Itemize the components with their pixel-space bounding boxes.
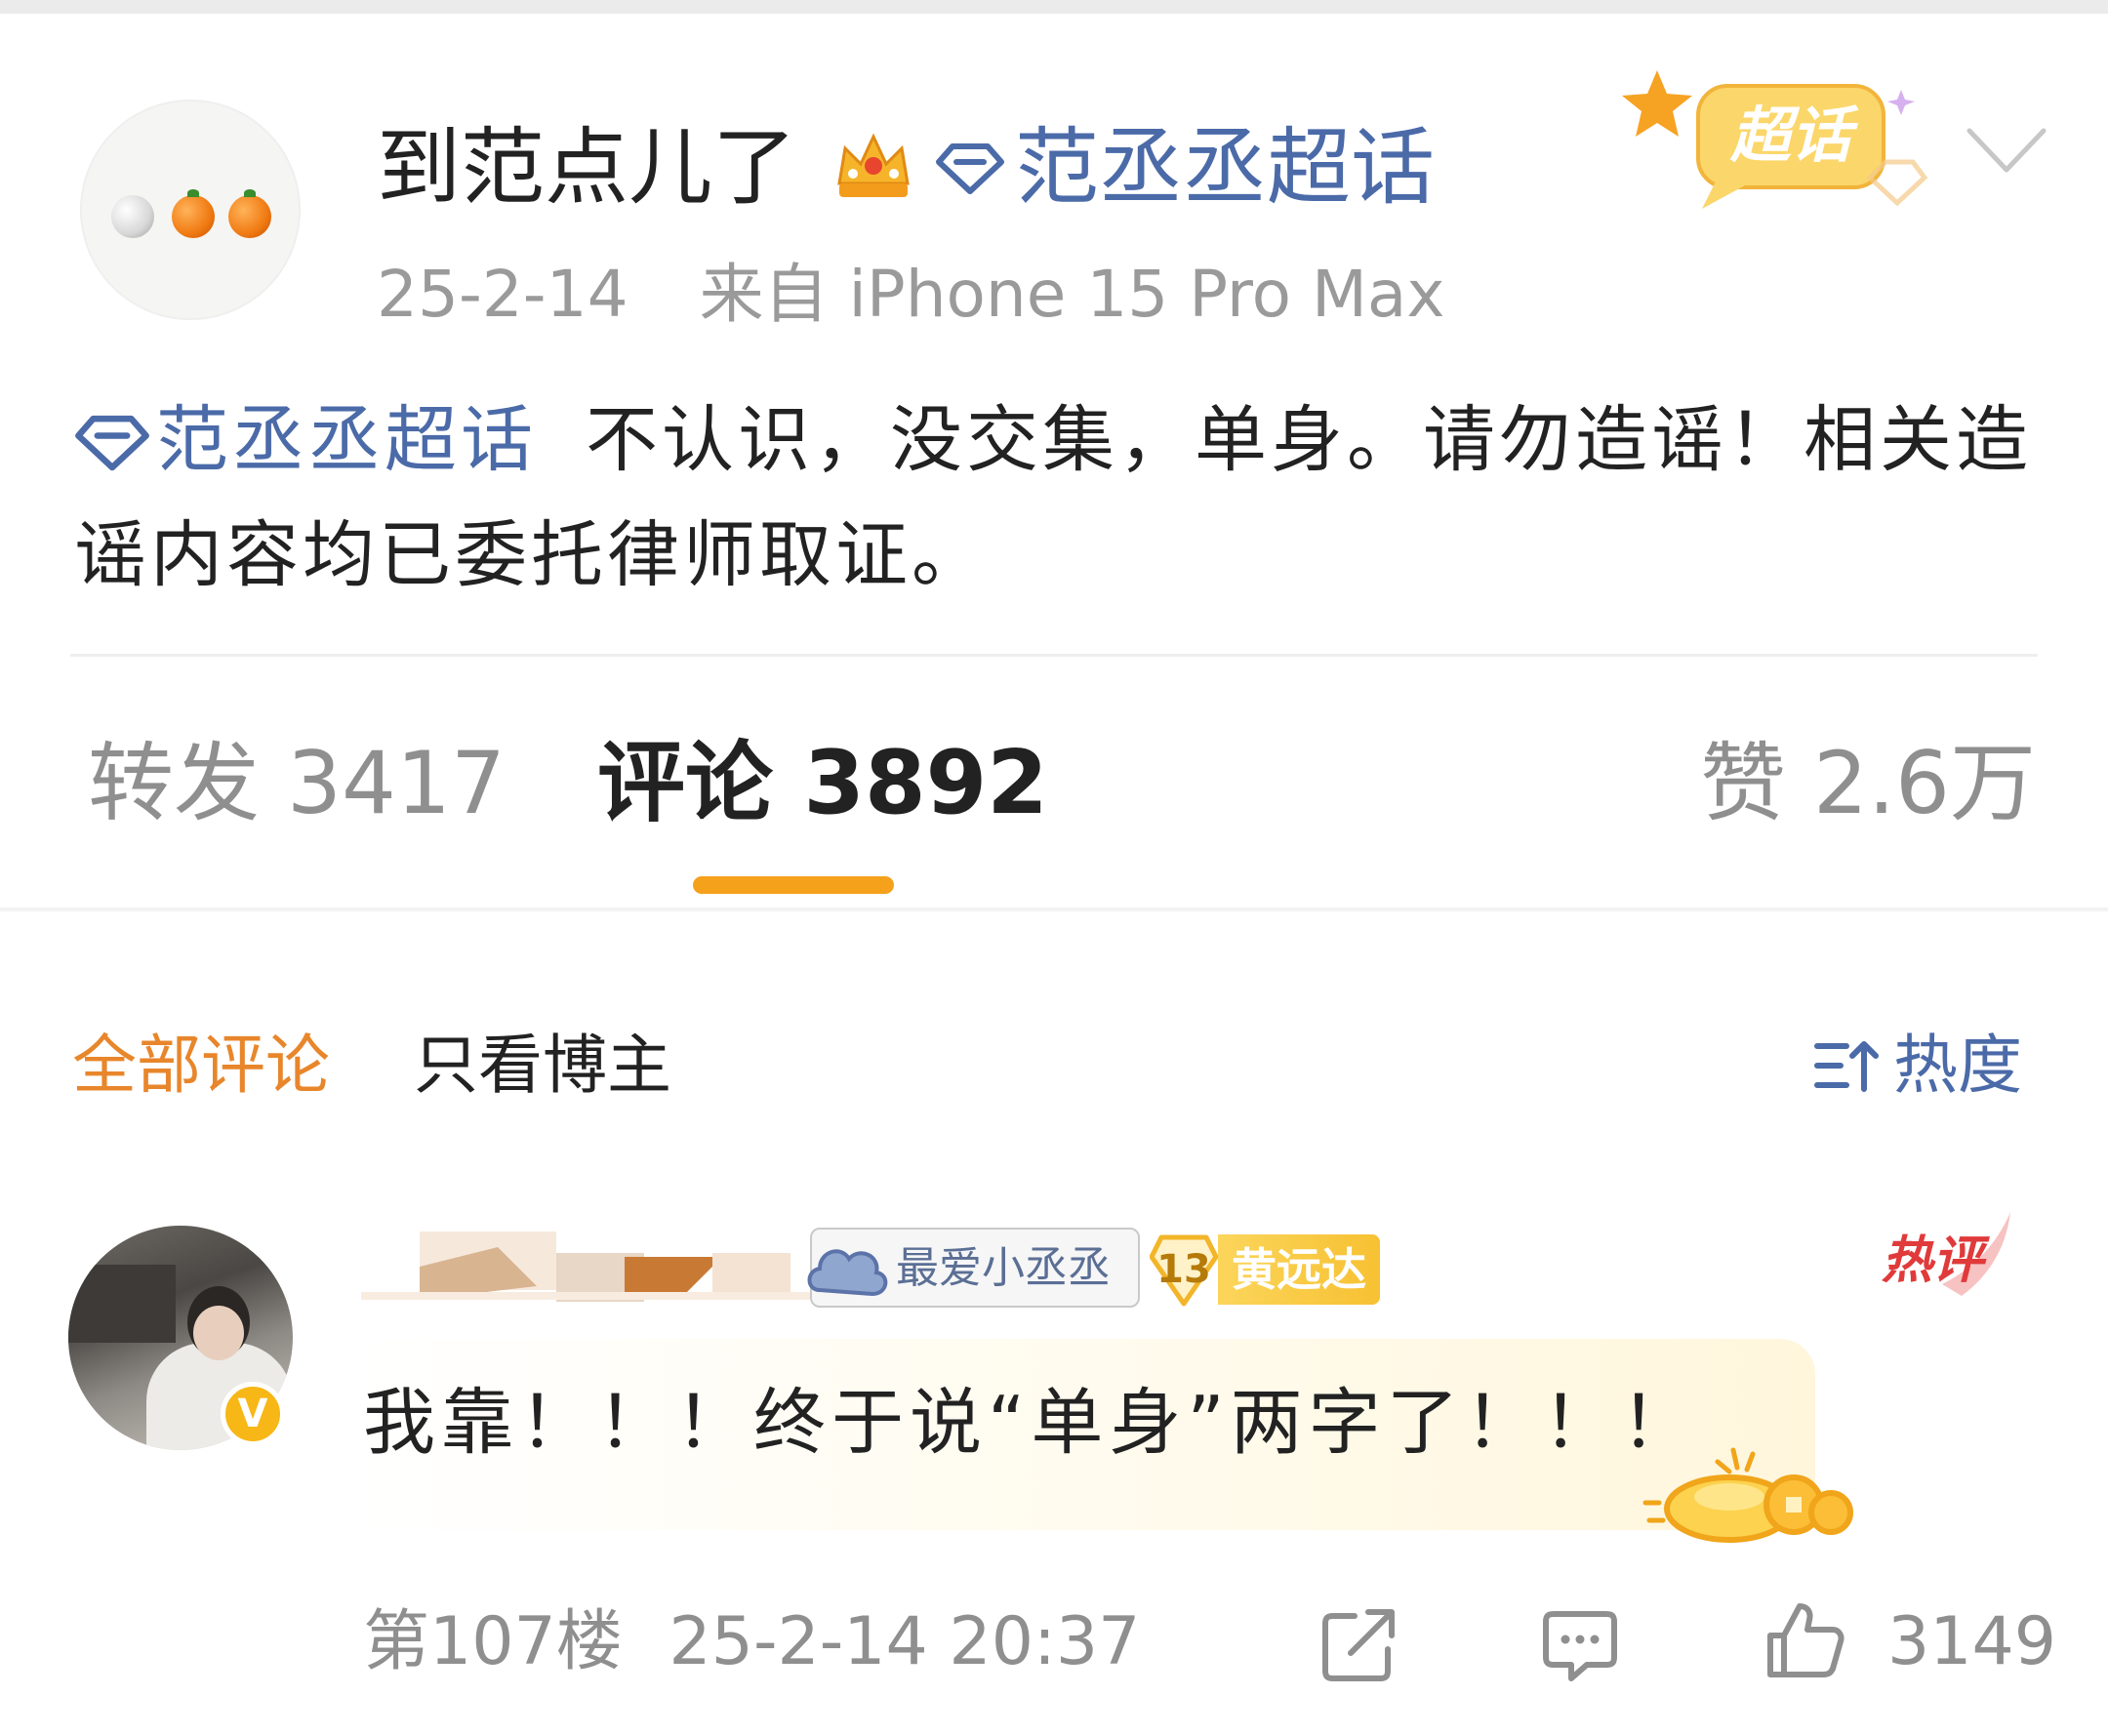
post-body: 范丞丞超话 不认识，没交集，单身。请勿造谣！相关造谣内容均已委托律师取证。 — [74, 383, 2036, 613]
filter-all-comments[interactable]: 全部评论 — [72, 1025, 330, 1107]
sort-button[interactable]: 热度 — [1813, 1025, 2022, 1107]
like-label: 赞 — [1700, 733, 1787, 833]
comment-time: 25-2-14 20:37 — [669, 1603, 1141, 1680]
comment-meta: 第107楼 25-2-14 20:37 — [363, 1598, 1140, 1686]
comment-text: 我靠！！！终于说“单身”两字了！！！ — [363, 1381, 1699, 1465]
repost-label: 转发 — [88, 733, 261, 833]
chevron-down-icon[interactable] — [1966, 125, 2047, 180]
topic-name: 范丞丞超话 — [1015, 119, 1435, 217]
avatar-fruit-orange — [172, 189, 215, 238]
hot-comment-tag: 热评 — [1874, 1206, 2020, 1308]
reply-icon[interactable] — [1538, 1602, 1622, 1686]
divider — [70, 654, 2038, 657]
verified-badge: V — [221, 1382, 285, 1446]
section-divider — [0, 908, 2108, 911]
tab-comment[interactable]: 评论 3892 — [597, 730, 1048, 837]
level-number: 13 — [1156, 1247, 1211, 1292]
hot-tag-label: 热评 — [1882, 1231, 1984, 1290]
repost-count: 3417 — [287, 733, 506, 833]
topic-inline-name: 范丞丞超话 — [156, 398, 537, 482]
crown-icon — [837, 133, 910, 197]
diamond-topic-icon — [936, 143, 1004, 194]
post-meta: 25-2-14 来自 iPhone 15 Pro Max — [377, 256, 1444, 334]
chaohua-badge-label: 超话 — [1729, 100, 1859, 171]
comment-count: 3892 — [803, 732, 1048, 834]
topic-link-inline[interactable]: 范丞丞超话 — [74, 398, 537, 482]
sort-label: 热度 — [1893, 1028, 2022, 1103]
redacted-username — [361, 1231, 820, 1302]
post-date: 25-2-14 — [377, 257, 628, 332]
post-source: 来自 iPhone 15 Pro Max — [699, 257, 1445, 332]
avatar-fruit-orange — [228, 189, 271, 238]
comment-like-count: 3149 — [1887, 1603, 2057, 1680]
avatar-fruit-white — [111, 195, 154, 238]
author-avatar[interactable] — [80, 100, 301, 320]
share-icon[interactable] — [1318, 1602, 1401, 1686]
like-count-total: 2.6万 — [1813, 733, 2036, 833]
gold-ingot-icon — [1642, 1447, 1853, 1543]
tab-like[interactable]: 赞 2.6万 — [1700, 730, 2036, 837]
like-icon[interactable] — [1763, 1598, 1846, 1682]
chaohua-badge[interactable]: 超话 — [1608, 61, 1930, 217]
fan-level-badge[interactable]: 13 黄远达 — [1149, 1231, 1380, 1308]
active-tab-indicator — [693, 876, 894, 894]
comment-label: 评论 — [597, 732, 773, 834]
filter-owner-only[interactable]: 只看博主 — [414, 1025, 671, 1107]
topic-link-header[interactable]: 范丞丞超话 — [935, 119, 1435, 217]
level-name: 黄远达 — [1218, 1234, 1380, 1305]
tab-repost[interactable]: 转发 3417 — [88, 730, 506, 837]
cloud-icon — [807, 1249, 888, 1297]
avatar-face — [193, 1306, 244, 1360]
author-username[interactable]: 到范点儿了 — [377, 119, 796, 217]
sort-icon — [1814, 1041, 1879, 1092]
status-band — [0, 0, 2108, 14]
avatar-background — [68, 1265, 176, 1343]
comment-floor: 第107楼 — [363, 1603, 623, 1680]
level-number-box: 13 — [1149, 1231, 1219, 1308]
diamond-topic-icon — [75, 415, 149, 471]
